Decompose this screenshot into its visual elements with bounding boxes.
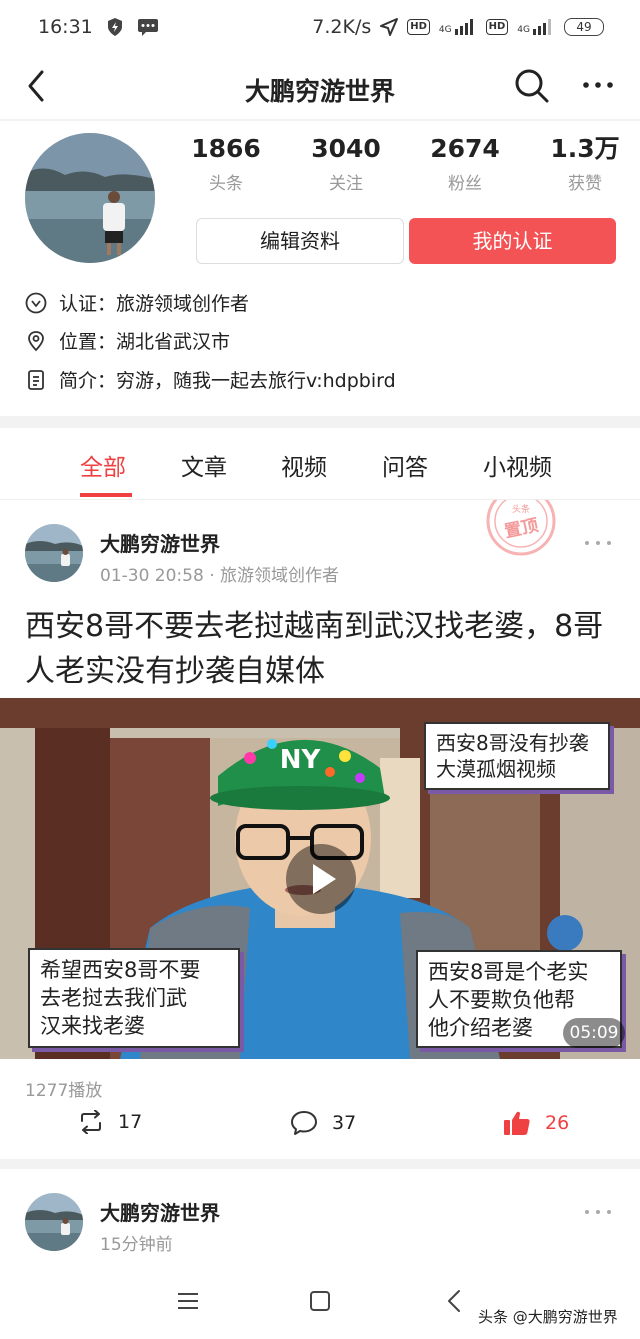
edit-profile-button[interactable]: 编辑资料 bbox=[196, 218, 404, 264]
caption-line: 希望西安8哥不要 bbox=[40, 958, 201, 982]
avatar[interactable] bbox=[25, 133, 155, 263]
info-text: 位置：湖北省武汉市 bbox=[59, 331, 231, 353]
share-count: 17 bbox=[118, 1111, 143, 1133]
caption-line: 西安8哥是个老实 bbox=[428, 960, 589, 984]
location-arrow-icon bbox=[380, 18, 399, 36]
caption-bottom-left: 希望西安8哥不要 去老挝去我们武 汉来找老婆 bbox=[28, 948, 240, 1048]
my-certification-button[interactable]: 我的认证 bbox=[409, 218, 616, 264]
network-type: 4G bbox=[438, 25, 452, 35]
signal-4g-1: 4G bbox=[439, 19, 477, 35]
post-more-icon[interactable] bbox=[583, 538, 613, 548]
more-options-icon[interactable] bbox=[578, 70, 618, 100]
battery-icon: 49 bbox=[564, 18, 604, 36]
avatar-image bbox=[25, 133, 155, 263]
network-speed: 7.2K/s bbox=[312, 16, 372, 38]
tab-all[interactable]: 全部 bbox=[80, 448, 126, 482]
content-tabs: 全部 文章 视频 问答 小视频 bbox=[0, 428, 640, 500]
stat-following[interactable]: 3040 关注 bbox=[286, 133, 406, 194]
post-title[interactable]: 西安8哥不要去老挝越南到武汉找老婆，8哥人老实没有抄袭自媒体 bbox=[25, 604, 615, 694]
cap-logo-text: NY bbox=[280, 745, 322, 775]
signal-icon bbox=[454, 19, 473, 35]
status-bar: 16:31 7.2K/s HD 4G HD 4G 49 bbox=[0, 0, 640, 58]
stat-posts[interactable]: 1866 头条 bbox=[166, 133, 286, 194]
signal-icon-2 bbox=[533, 19, 551, 35]
post-avatar[interactable] bbox=[25, 1193, 83, 1251]
caption-line: 西安8哥没有抄袭 bbox=[436, 731, 589, 755]
caption-line: 汉来找老婆 bbox=[40, 1014, 145, 1038]
post-meta: 15分钟前 bbox=[100, 1235, 173, 1255]
stat-label: 粉丝 bbox=[448, 174, 482, 194]
stat-value: 1.3万 bbox=[550, 134, 620, 163]
stat-label: 头条 bbox=[209, 174, 243, 194]
play-button[interactable] bbox=[286, 844, 356, 914]
avatar-image bbox=[25, 1193, 83, 1251]
section-divider bbox=[0, 416, 640, 428]
pinned-stamp: 头条 置顶 bbox=[484, 500, 558, 558]
menu-icon[interactable] bbox=[176, 1290, 200, 1312]
caption-line: 人不要欺负他帮 bbox=[428, 988, 575, 1012]
like-count: 26 bbox=[545, 1112, 570, 1134]
video-duration: 05:09 bbox=[563, 1018, 625, 1048]
avatar-image bbox=[25, 524, 83, 582]
signal-4g-2: 4G bbox=[517, 19, 555, 35]
stat-value: 1866 bbox=[191, 134, 261, 163]
play-count: 1277播放 bbox=[25, 1081, 103, 1101]
stat-value: 3040 bbox=[311, 134, 381, 163]
info-location: 位置：湖北省武汉市 bbox=[25, 327, 230, 354]
hd-badge: HD bbox=[407, 19, 430, 35]
post-author[interactable]: 大鹏穷游世界 bbox=[100, 1197, 220, 1226]
document-icon bbox=[28, 369, 44, 390]
post-more-icon[interactable] bbox=[583, 1207, 613, 1217]
home-square-icon[interactable] bbox=[309, 1290, 331, 1312]
post-meta: 01-30 20:58 · 旅游领域创作者 bbox=[100, 566, 340, 586]
caption-top-right: 西安8哥没有抄袭 大漠孤烟视频 bbox=[424, 722, 610, 790]
stat-value: 2674 bbox=[430, 134, 500, 163]
info-text: 认证：旅游领域创作者 bbox=[59, 293, 250, 315]
status-time: 16:31 bbox=[38, 16, 93, 38]
info-bio: 简介：穷游，随我一起去旅行v:hdpbird bbox=[25, 366, 396, 393]
search-icon[interactable] bbox=[512, 66, 552, 106]
tab-articles[interactable]: 文章 bbox=[181, 448, 227, 482]
watermark-text: 头条 @大鹏穷游世界 bbox=[478, 1308, 618, 1326]
comment-button[interactable]: 37 bbox=[290, 1110, 356, 1136]
post-avatar[interactable] bbox=[25, 524, 83, 582]
like-button[interactable]: 26 bbox=[503, 1110, 569, 1136]
tab-videos[interactable]: 视频 bbox=[281, 448, 327, 482]
play-icon bbox=[313, 864, 336, 894]
back-triangle-icon[interactable] bbox=[444, 1288, 464, 1314]
nav-bar: 大鹏穷游世界 bbox=[0, 58, 640, 120]
post-author[interactable]: 大鹏穷游世界 bbox=[100, 528, 220, 557]
location-icon bbox=[28, 330, 44, 351]
stat-likes[interactable]: 1.3万 获赞 bbox=[525, 133, 640, 194]
post-card[interactable]: 大鹏穷游世界 15分钟前 bbox=[0, 1169, 640, 1269]
tab-short-videos[interactable]: 小视频 bbox=[483, 448, 552, 482]
caption-line: 去老挝去我们武 bbox=[40, 986, 187, 1010]
comment-count: 37 bbox=[332, 1112, 357, 1134]
profile-section: 1866 头条 3040 关注 2674 粉丝 1.3万 获赞 编辑资料 我的认… bbox=[0, 121, 640, 416]
repost-icon bbox=[81, 1110, 101, 1134]
caption-line: 大漠孤烟视频 bbox=[436, 757, 556, 781]
post-divider bbox=[0, 1159, 640, 1169]
hd-badge-2: HD bbox=[485, 19, 509, 35]
message-icon bbox=[137, 19, 158, 36]
system-nav-bar bbox=[0, 1270, 640, 1339]
share-button[interactable]: 17 bbox=[78, 1110, 142, 1134]
stat-label: 获赞 bbox=[568, 174, 602, 194]
comment-icon bbox=[291, 1111, 317, 1135]
stat-followers[interactable]: 2674 粉丝 bbox=[405, 133, 525, 194]
info-text: 简介：穷游，随我一起去旅行v:hdpbird bbox=[59, 370, 396, 392]
network-type-2: 4G bbox=[517, 25, 530, 35]
info-certification: 认证：旅游领域创作者 bbox=[25, 289, 249, 316]
verified-icon bbox=[25, 292, 47, 313]
stat-label: 关注 bbox=[329, 174, 363, 194]
video-thumbnail[interactable]: NY 西安8哥没有抄袭 大漠孤烟视频 希望西安8哥不要 去老挝去我们武 汉来找老… bbox=[0, 698, 640, 1059]
shield-icon bbox=[107, 18, 122, 36]
thumbs-up-icon bbox=[504, 1111, 530, 1135]
tab-qa[interactable]: 问答 bbox=[382, 448, 428, 482]
active-tab-indicator bbox=[80, 493, 132, 497]
